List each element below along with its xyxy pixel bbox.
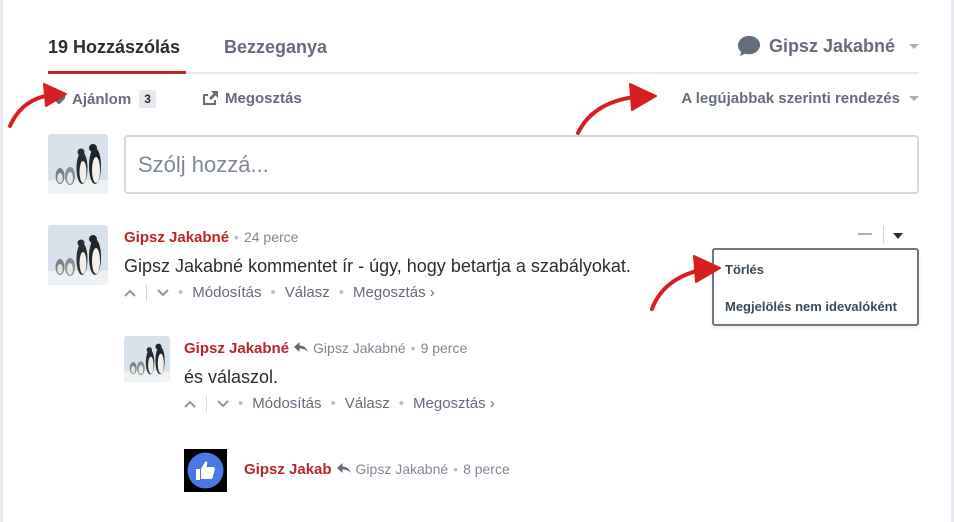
share-link[interactable]: Megosztás › xyxy=(353,284,435,301)
chevron-down-icon xyxy=(909,43,919,49)
vote-separator xyxy=(206,395,207,412)
comment-input[interactable] xyxy=(126,137,917,192)
recommend-label: Ajánlom xyxy=(72,90,132,108)
comment-header: Gipsz Jakabné • 24 perce xyxy=(124,229,298,246)
meta-separator: • xyxy=(234,229,239,245)
annotation-arrow-icon xyxy=(650,266,714,311)
chevron-down-icon xyxy=(157,288,169,296)
downvote-button[interactable] xyxy=(157,288,169,297)
avatar xyxy=(48,134,108,194)
footer-separator: • xyxy=(178,284,184,301)
share-button[interactable]: Megosztás xyxy=(202,90,302,107)
comment-timestamp[interactable]: 9 perce xyxy=(421,340,468,356)
meta-separator: • xyxy=(410,340,416,356)
footer-separator: • xyxy=(238,395,244,412)
comment-text: Gipsz Jakabné kommentet ír - úgy, hogy b… xyxy=(124,256,631,276)
footer-separator: • xyxy=(330,395,336,412)
comment-timestamp[interactable]: 24 perce xyxy=(244,229,298,245)
footer-separator: • xyxy=(270,284,276,301)
avatar[interactable] xyxy=(184,449,227,492)
delete-menu-item[interactable]: Törlés xyxy=(725,262,764,277)
flag-menu-item[interactable]: Megjelölés nem idevalóként xyxy=(725,299,897,314)
chevron-down-icon xyxy=(909,96,919,101)
edit-link[interactable]: Módosítás xyxy=(252,395,321,412)
edit-link[interactable]: Módosítás xyxy=(192,284,261,301)
speech-bubble-icon xyxy=(737,36,760,56)
comment-author[interactable]: Gipsz Jakab xyxy=(244,461,332,478)
sort-label: A legújabbak szerinti rendezés xyxy=(681,90,900,107)
comment-menu-dropdown: Törlés Megjelölés nem idevalóként xyxy=(712,248,919,326)
active-tab-indicator xyxy=(48,71,186,74)
share-link[interactable]: Megosztás › xyxy=(413,395,495,412)
chevron-up-icon xyxy=(124,289,136,297)
menu-separator xyxy=(883,226,884,244)
comment-author[interactable]: Gipsz Jakabné xyxy=(124,229,229,246)
avatar[interactable] xyxy=(124,336,170,382)
vote-separator xyxy=(146,284,147,301)
comment-author[interactable]: Gipsz Jakabné xyxy=(184,340,289,357)
avatar[interactable] xyxy=(48,225,108,285)
comment-header: Gipsz Jakabné Gipsz Jakabné • 9 perce xyxy=(184,340,467,357)
meta-separator: • xyxy=(453,461,459,477)
reply-arrow-icon xyxy=(294,340,309,356)
penguins-avatar-image xyxy=(48,225,108,285)
upvote-button[interactable] xyxy=(184,400,196,408)
comment-composer[interactable] xyxy=(124,135,919,194)
comment-menu-toggle[interactable] xyxy=(893,233,903,239)
comment-text: és válaszol. xyxy=(184,367,279,387)
tab-community[interactable]: Bezzeganya xyxy=(224,37,327,58)
upvote-button[interactable] xyxy=(124,289,136,297)
sort-dropdown[interactable]: A legújabbak szerinti rendezés xyxy=(681,90,919,107)
reply-link[interactable]: Válasz xyxy=(345,395,390,412)
penguins-avatar-image xyxy=(48,134,108,194)
footer-separator: • xyxy=(338,284,345,301)
reply-link[interactable]: Válasz xyxy=(285,284,330,301)
user-menu[interactable]: Gipsz Jakabné xyxy=(737,35,919,57)
reply-arrow-icon xyxy=(336,461,352,477)
recommend-count-badge: 3 xyxy=(139,90,156,108)
collapse-thread-button[interactable] xyxy=(858,233,872,235)
thumbs-up-icon xyxy=(184,449,227,492)
comment-timestamp[interactable]: 8 perce xyxy=(463,461,510,477)
share-icon xyxy=(203,91,218,105)
comment-header: Gipsz Jakab Gipsz Jakabné • 8 perce xyxy=(244,461,510,478)
reply-to-name[interactable]: Gipsz Jakabné xyxy=(313,340,406,356)
recommend-button[interactable]: Ajánlom 3 xyxy=(52,90,156,108)
chevron-down-icon xyxy=(217,399,229,407)
user-name: Gipsz Jakabné xyxy=(768,35,895,56)
comments-nav: 19 Hozzászólás Bezzeganya Gipsz Jakabné xyxy=(48,0,919,76)
reply-to-name[interactable]: Gipsz Jakabné xyxy=(356,461,449,477)
comment-footer: • Módosítás • Válasz • Megosztás › xyxy=(124,284,435,301)
heart-icon xyxy=(52,93,66,105)
tab-comments-count[interactable]: 19 Hozzászólás xyxy=(48,37,180,58)
downvote-button[interactable] xyxy=(217,399,229,408)
chevron-up-icon xyxy=(184,400,196,408)
share-label: Megosztás xyxy=(225,90,302,107)
penguins-avatar-image xyxy=(124,336,170,382)
comment-footer: • Módosítás • Válasz • Megosztás › xyxy=(184,395,495,412)
left-edge xyxy=(0,0,3,522)
footer-separator: • xyxy=(398,395,405,412)
thread-toolbar: Ajánlom 3 Megosztás A legújabbak szerint… xyxy=(48,88,919,114)
